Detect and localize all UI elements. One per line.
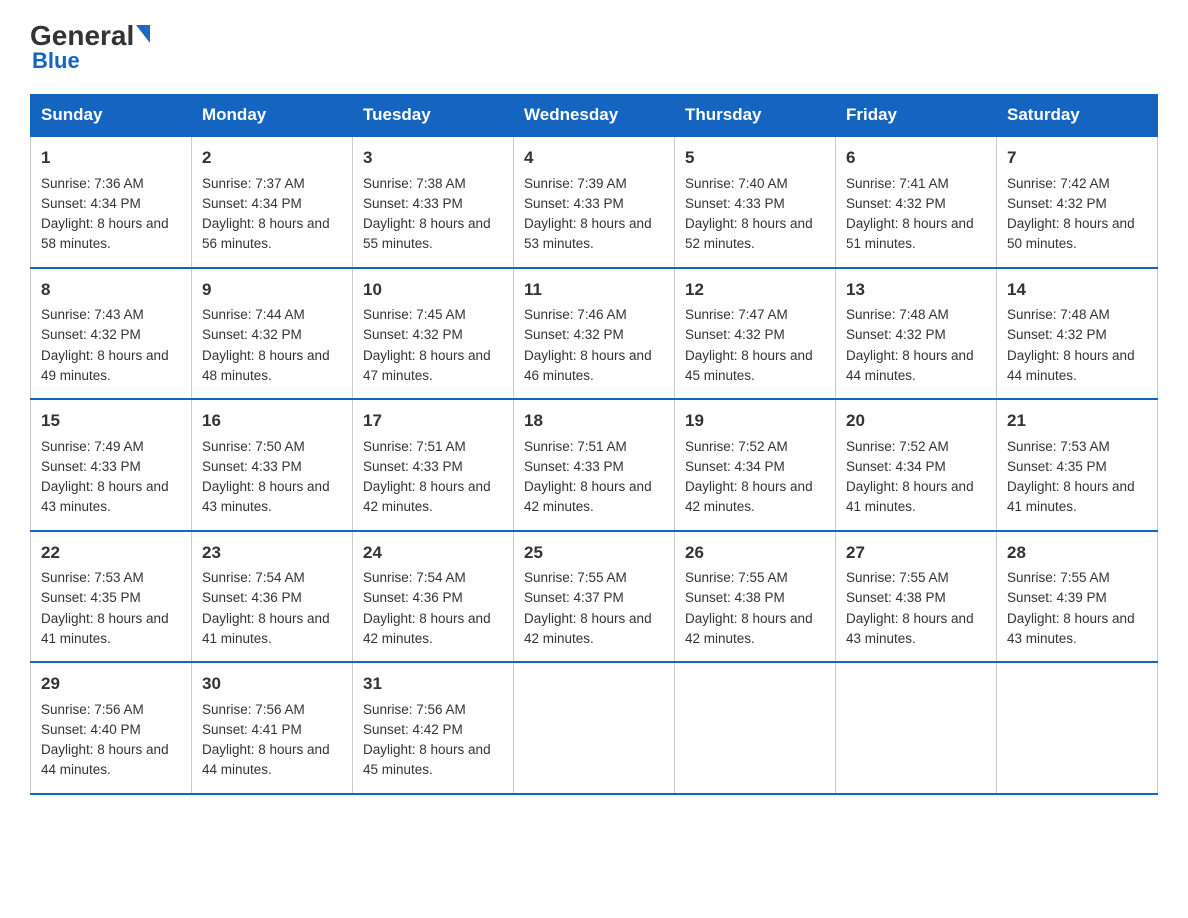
day-number: 19 (685, 408, 825, 434)
calendar-cell: 3Sunrise: 7:38 AMSunset: 4:33 PMDaylight… (353, 136, 514, 268)
calendar-cell: 27Sunrise: 7:55 AMSunset: 4:38 PMDayligh… (836, 531, 997, 663)
calendar-cell: 8Sunrise: 7:43 AMSunset: 4:32 PMDaylight… (31, 268, 192, 400)
calendar-cell: 24Sunrise: 7:54 AMSunset: 4:36 PMDayligh… (353, 531, 514, 663)
calendar-cell: 29Sunrise: 7:56 AMSunset: 4:40 PMDayligh… (31, 662, 192, 794)
day-number: 8 (41, 277, 181, 303)
day-number: 31 (363, 671, 503, 697)
column-header-tuesday: Tuesday (353, 95, 514, 137)
day-number: 26 (685, 540, 825, 566)
day-number: 11 (524, 277, 664, 303)
day-number: 27 (846, 540, 986, 566)
calendar-cell: 4Sunrise: 7:39 AMSunset: 4:33 PMDaylight… (514, 136, 675, 268)
calendar-cell: 22Sunrise: 7:53 AMSunset: 4:35 PMDayligh… (31, 531, 192, 663)
calendar-cell: 7Sunrise: 7:42 AMSunset: 4:32 PMDaylight… (997, 136, 1158, 268)
calendar-cell: 10Sunrise: 7:45 AMSunset: 4:32 PMDayligh… (353, 268, 514, 400)
day-number: 4 (524, 145, 664, 171)
page-header: General Blue (30, 20, 1158, 74)
day-number: 23 (202, 540, 342, 566)
day-number: 5 (685, 145, 825, 171)
calendar-cell: 16Sunrise: 7:50 AMSunset: 4:33 PMDayligh… (192, 399, 353, 531)
calendar-cell (514, 662, 675, 794)
day-number: 29 (41, 671, 181, 697)
day-number: 25 (524, 540, 664, 566)
day-number: 16 (202, 408, 342, 434)
calendar-cell: 18Sunrise: 7:51 AMSunset: 4:33 PMDayligh… (514, 399, 675, 531)
day-number: 13 (846, 277, 986, 303)
logo-blue-text: Blue (32, 48, 80, 74)
column-header-friday: Friday (836, 95, 997, 137)
day-number: 21 (1007, 408, 1147, 434)
calendar-cell: 21Sunrise: 7:53 AMSunset: 4:35 PMDayligh… (997, 399, 1158, 531)
day-number: 3 (363, 145, 503, 171)
calendar-week-row: 22Sunrise: 7:53 AMSunset: 4:35 PMDayligh… (31, 531, 1158, 663)
column-header-wednesday: Wednesday (514, 95, 675, 137)
calendar-cell: 20Sunrise: 7:52 AMSunset: 4:34 PMDayligh… (836, 399, 997, 531)
calendar-cell: 13Sunrise: 7:48 AMSunset: 4:32 PMDayligh… (836, 268, 997, 400)
calendar-cell: 14Sunrise: 7:48 AMSunset: 4:32 PMDayligh… (997, 268, 1158, 400)
day-number: 10 (363, 277, 503, 303)
logo: General Blue (30, 20, 150, 74)
calendar-cell: 9Sunrise: 7:44 AMSunset: 4:32 PMDaylight… (192, 268, 353, 400)
calendar-cell: 17Sunrise: 7:51 AMSunset: 4:33 PMDayligh… (353, 399, 514, 531)
day-number: 14 (1007, 277, 1147, 303)
column-header-saturday: Saturday (997, 95, 1158, 137)
day-number: 7 (1007, 145, 1147, 171)
calendar-cell: 6Sunrise: 7:41 AMSunset: 4:32 PMDaylight… (836, 136, 997, 268)
day-number: 22 (41, 540, 181, 566)
day-number: 6 (846, 145, 986, 171)
calendar-cell: 19Sunrise: 7:52 AMSunset: 4:34 PMDayligh… (675, 399, 836, 531)
calendar-cell: 26Sunrise: 7:55 AMSunset: 4:38 PMDayligh… (675, 531, 836, 663)
calendar-cell: 12Sunrise: 7:47 AMSunset: 4:32 PMDayligh… (675, 268, 836, 400)
day-number: 1 (41, 145, 181, 171)
day-number: 9 (202, 277, 342, 303)
day-number: 18 (524, 408, 664, 434)
calendar-cell: 5Sunrise: 7:40 AMSunset: 4:33 PMDaylight… (675, 136, 836, 268)
calendar-week-row: 8Sunrise: 7:43 AMSunset: 4:32 PMDaylight… (31, 268, 1158, 400)
calendar-week-row: 15Sunrise: 7:49 AMSunset: 4:33 PMDayligh… (31, 399, 1158, 531)
calendar-cell (836, 662, 997, 794)
calendar-table: SundayMondayTuesdayWednesdayThursdayFrid… (30, 94, 1158, 795)
day-number: 20 (846, 408, 986, 434)
day-number: 30 (202, 671, 342, 697)
day-number: 15 (41, 408, 181, 434)
calendar-cell: 11Sunrise: 7:46 AMSunset: 4:32 PMDayligh… (514, 268, 675, 400)
calendar-cell: 31Sunrise: 7:56 AMSunset: 4:42 PMDayligh… (353, 662, 514, 794)
calendar-header-row: SundayMondayTuesdayWednesdayThursdayFrid… (31, 95, 1158, 137)
calendar-week-row: 29Sunrise: 7:56 AMSunset: 4:40 PMDayligh… (31, 662, 1158, 794)
calendar-cell (675, 662, 836, 794)
calendar-cell (997, 662, 1158, 794)
calendar-cell: 2Sunrise: 7:37 AMSunset: 4:34 PMDaylight… (192, 136, 353, 268)
calendar-cell: 15Sunrise: 7:49 AMSunset: 4:33 PMDayligh… (31, 399, 192, 531)
calendar-week-row: 1Sunrise: 7:36 AMSunset: 4:34 PMDaylight… (31, 136, 1158, 268)
day-number: 24 (363, 540, 503, 566)
calendar-cell: 1Sunrise: 7:36 AMSunset: 4:34 PMDaylight… (31, 136, 192, 268)
day-number: 12 (685, 277, 825, 303)
calendar-cell: 23Sunrise: 7:54 AMSunset: 4:36 PMDayligh… (192, 531, 353, 663)
day-number: 28 (1007, 540, 1147, 566)
calendar-cell: 30Sunrise: 7:56 AMSunset: 4:41 PMDayligh… (192, 662, 353, 794)
logo-arrow-icon (136, 25, 150, 43)
calendar-cell: 25Sunrise: 7:55 AMSunset: 4:37 PMDayligh… (514, 531, 675, 663)
day-number: 2 (202, 145, 342, 171)
column-header-sunday: Sunday (31, 95, 192, 137)
column-header-thursday: Thursday (675, 95, 836, 137)
column-header-monday: Monday (192, 95, 353, 137)
calendar-cell: 28Sunrise: 7:55 AMSunset: 4:39 PMDayligh… (997, 531, 1158, 663)
day-number: 17 (363, 408, 503, 434)
